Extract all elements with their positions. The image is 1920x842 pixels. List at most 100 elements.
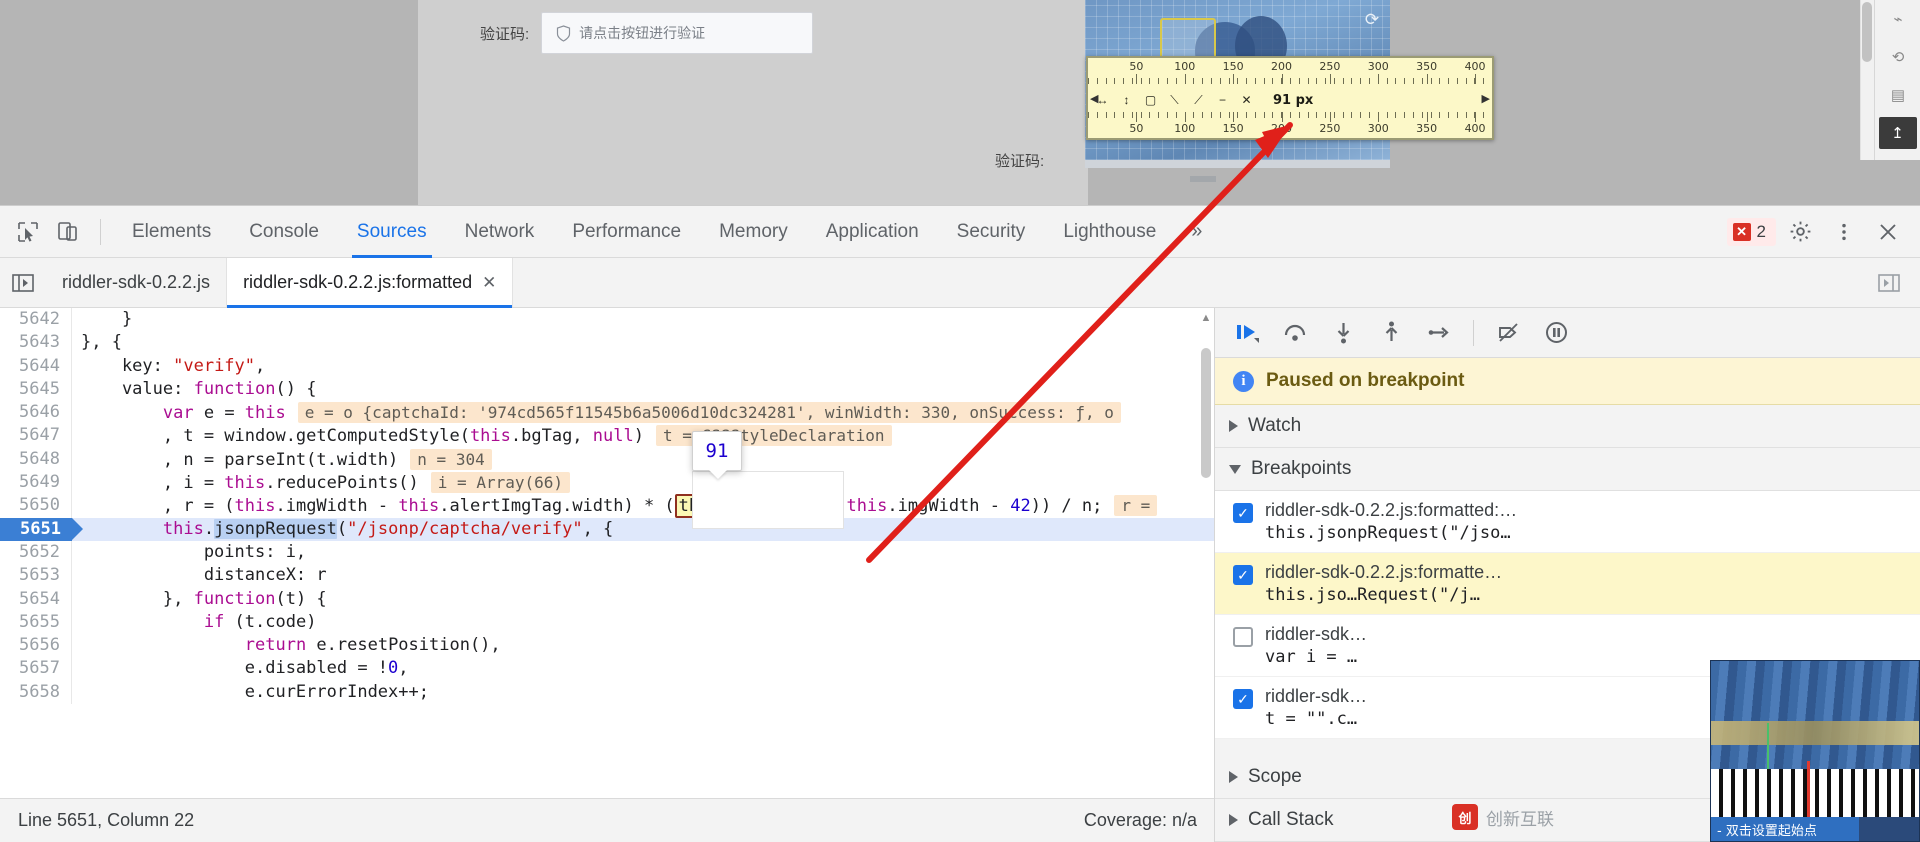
code-line-content[interactable]: , i = this.reducePoints() i = Array(66)	[72, 471, 571, 494]
breakpoint-checkbox[interactable]: ✓	[1233, 565, 1253, 585]
file-tab-close-icon[interactable]: ✕	[482, 273, 496, 293]
captcha-verify-button[interactable]: 请点击按钮进行验证	[541, 12, 814, 54]
share-icon[interactable]: ⌁	[1875, 0, 1920, 38]
code-line-content[interactable]: distanceX: r	[72, 564, 327, 587]
resize-vertical-icon[interactable]: ↕	[1119, 93, 1134, 108]
history-icon[interactable]: ⟲	[1875, 38, 1920, 76]
code-line-content[interactable]: , n = parseInt(t.width) n = 304	[72, 448, 492, 471]
ruler-left-arrow[interactable]: ◀	[1090, 92, 1098, 105]
code-line[interactable]: 5653 distanceX: r	[0, 564, 1214, 588]
line-number[interactable]: 5653	[0, 564, 72, 588]
code-line[interactable]: 5657 e.disabled = !0,	[0, 657, 1214, 681]
line-number[interactable]: 5654	[0, 587, 72, 611]
puzzle-slider-handle[interactable]	[1190, 176, 1216, 182]
code-line-content[interactable]: e.curErrorIndex++;	[72, 681, 429, 704]
code-line[interactable]: 5652 points: i,	[0, 540, 1214, 565]
diagonal-icon[interactable]: ⟍	[1167, 93, 1182, 108]
breakpoint-item[interactable]: ✓ riddler-sdk-0.2.2.js:formatte… this.jso……	[1215, 553, 1920, 615]
code-line-content[interactable]: }, function(t) {	[72, 588, 327, 611]
line-number[interactable]: 5643	[0, 331, 72, 355]
code-line-content[interactable]: key: "verify",	[72, 355, 265, 378]
line-number[interactable]: 5652	[0, 540, 72, 565]
line-number[interactable]: 5651	[0, 517, 83, 541]
code-line-content[interactable]: return e.resetPosition(),	[72, 634, 501, 657]
tab-console[interactable]: Console	[230, 206, 338, 258]
code-line-content[interactable]: e.disabled = !0,	[72, 657, 409, 680]
tab-memory[interactable]: Memory	[700, 206, 807, 258]
ruler-right-arrow[interactable]: ▶	[1482, 92, 1490, 105]
line-number[interactable]: 5658	[0, 680, 72, 705]
line-number[interactable]: 5650	[0, 494, 72, 518]
more-tabs-button[interactable]: »	[1175, 220, 1218, 243]
step-out-icon[interactable]	[1369, 313, 1413, 353]
code-line[interactable]: 5647 , t = window.getComputedStyle(this.…	[0, 424, 1214, 448]
puzzle-slider-track[interactable]	[1085, 160, 1390, 168]
watch-section-header[interactable]: Watch	[1215, 405, 1920, 448]
step-icon[interactable]	[1417, 313, 1461, 353]
tab-lighthouse[interactable]: Lighthouse	[1044, 206, 1175, 258]
code-line[interactable]: 5644 key: "verify",	[0, 354, 1214, 378]
tab-network[interactable]: Network	[446, 206, 554, 258]
code-line[interactable]: 5649 , i = this.reducePoints() i = Array(…	[0, 471, 1214, 495]
code-line-content[interactable]: }, {	[72, 331, 122, 354]
close-icon[interactable]	[1868, 212, 1908, 252]
tab-application[interactable]: Application	[807, 206, 938, 258]
minus-icon[interactable]: −	[1215, 93, 1230, 108]
step-over-icon[interactable]	[1273, 313, 1317, 353]
tab-performance[interactable]: Performance	[553, 206, 700, 258]
line-icon[interactable]: ⟋	[1191, 93, 1206, 108]
kebab-menu-icon[interactable]	[1824, 212, 1864, 252]
close-icon[interactable]: ✕	[1239, 93, 1254, 108]
line-number[interactable]: 5656	[0, 634, 72, 658]
breakpoint-checkbox[interactable]	[1233, 627, 1253, 647]
page-scrollbar[interactable]	[1860, 0, 1874, 160]
line-number[interactable]: 5649	[0, 471, 72, 495]
code-line-content[interactable]: if (t.code)	[72, 611, 317, 634]
tab-elements[interactable]: Elements	[113, 206, 230, 258]
show-navigator-icon[interactable]	[0, 258, 46, 307]
code-line[interactable]: 5656 return e.resetPosition(),	[0, 634, 1214, 658]
code-line[interactable]: 5658 e.curErrorIndex++;	[0, 680, 1214, 705]
deactivate-breakpoints-icon[interactable]	[1486, 313, 1530, 353]
show-debugger-icon[interactable]	[1866, 271, 1912, 295]
page-scrollbar-thumb[interactable]	[1862, 2, 1872, 62]
code-line[interactable]: 5648 , n = parseInt(t.width) n = 304	[0, 447, 1214, 472]
line-number[interactable]: 5644	[0, 354, 72, 378]
tab-sources[interactable]: Sources	[338, 206, 446, 258]
line-number[interactable]: 5642	[0, 308, 72, 332]
breakpoint-item[interactable]: ✓ riddler-sdk-0.2.2.js:formatted:… this.js…	[1215, 491, 1920, 553]
line-number[interactable]: 5655	[0, 610, 72, 635]
breakpoint-checkbox[interactable]: ✓	[1233, 503, 1253, 523]
source-code-editor[interactable]: 5642 } 5643}, {5644 key: "verify", 5645 va…	[0, 308, 1215, 842]
step-into-icon[interactable]	[1321, 313, 1365, 353]
code-line[interactable]: 5654 }, function(t) {	[0, 587, 1214, 611]
code-line[interactable]: 5655 if (t.code)	[0, 610, 1214, 635]
code-line[interactable]: 5651 this.jsonpRequest("/jsonp/captcha/v…	[0, 517, 1214, 541]
resume-icon[interactable]	[1225, 313, 1269, 353]
breakpoints-section-header[interactable]: Breakpoints	[1215, 448, 1920, 491]
file-tab-0[interactable]: riddler-sdk-0.2.2.js	[46, 258, 228, 307]
code-line[interactable]: 5642 }	[0, 308, 1214, 332]
code-line[interactable]: 5643}, {	[0, 331, 1214, 355]
code-line-content[interactable]: this.jsonpRequest("/jsonp/captcha/verify…	[72, 518, 613, 541]
editor-vertical-scrollbar[interactable]	[1201, 348, 1211, 478]
gear-icon[interactable]	[1780, 212, 1820, 252]
code-line-content[interactable]: value: function() {	[72, 378, 317, 401]
ruler-overlay[interactable]: 50 100 150 200 250 300 350 400 ↔ ↕ ▢ ⟍ ⟋ − ✕ 91…	[1086, 56, 1494, 140]
reload-icon[interactable]: ⟳	[1362, 10, 1382, 30]
inspect-cursor-icon[interactable]	[8, 212, 48, 252]
code-line[interactable]: 5645 value: function() {	[0, 377, 1214, 402]
line-number[interactable]: 5647	[0, 424, 72, 448]
code-line[interactable]: 5650 , r = (this.imgWidth - this.alertIm…	[0, 494, 1214, 519]
code-line-content[interactable]: var e = this e = o {captchaId: '974cd565f…	[72, 401, 1121, 424]
video-thumbnail-overlay[interactable]: - 双击设置起始点	[1710, 660, 1920, 842]
tab-security[interactable]: Security	[938, 206, 1045, 258]
error-count-badge[interactable]: ✕ 2	[1726, 217, 1776, 246]
line-number[interactable]: 5657	[0, 657, 72, 681]
code-line-content[interactable]: , t = window.getComputedStyle(this.bgTag…	[72, 424, 892, 447]
file-tab-1[interactable]: riddler-sdk-0.2.2.js:formatted ✕	[227, 258, 514, 308]
clipboard-icon[interactable]: ▤	[1875, 76, 1920, 114]
line-number[interactable]: 5645	[0, 377, 72, 402]
upload-icon[interactable]: ↥	[1878, 117, 1917, 149]
editor-scroll-up-arrow[interactable]: ▲	[1200, 312, 1212, 324]
